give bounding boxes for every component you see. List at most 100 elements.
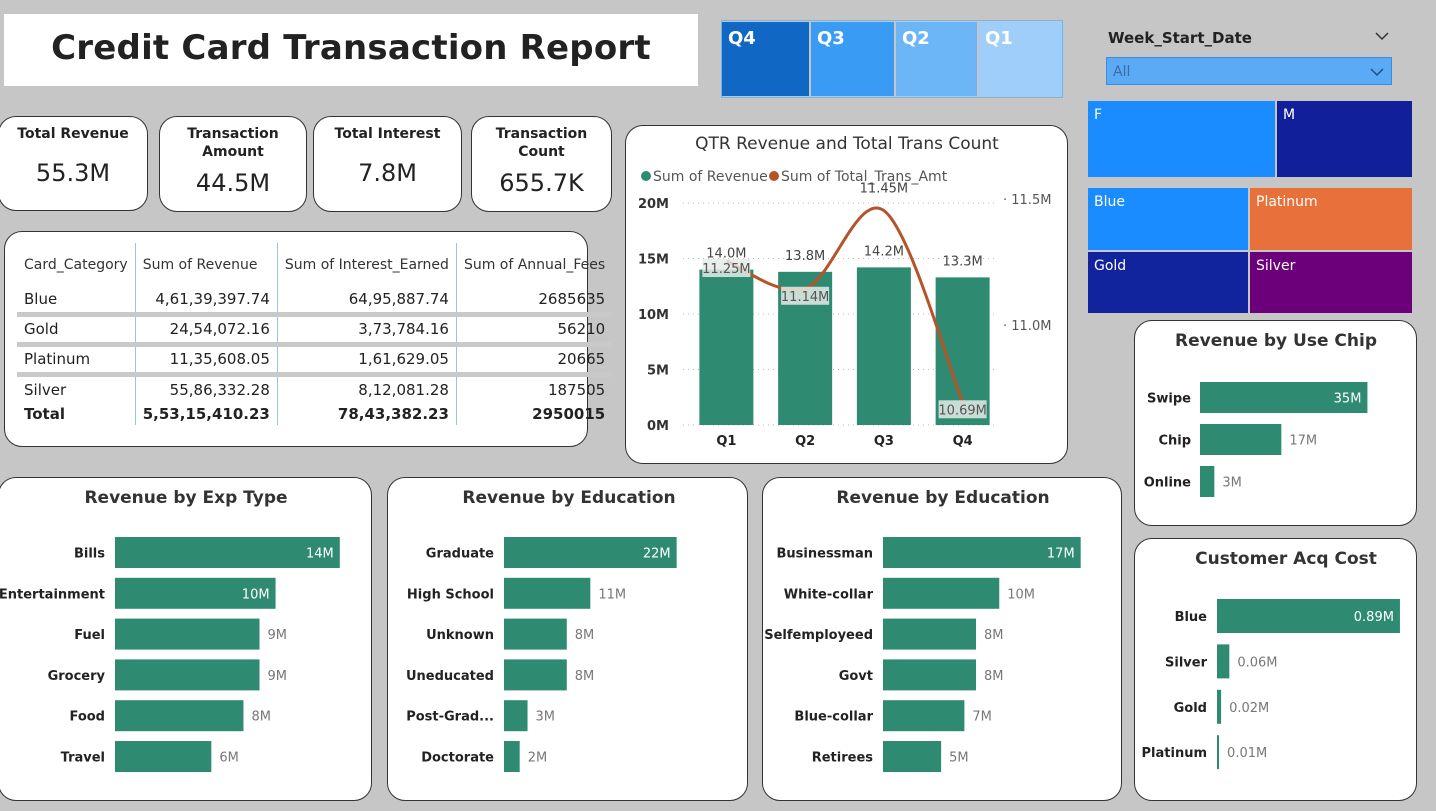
y-tick-label: 5M xyxy=(647,363,669,378)
quarter-slicer-q1[interactable]: Q1 xyxy=(979,22,1062,96)
exp-type-chart-card: Revenue by Exp Type Bills 14M Entertainment… xyxy=(0,477,372,801)
quarter-slicer-q2[interactable]: Q2 xyxy=(896,22,977,96)
bar[interactable] xyxy=(503,618,567,650)
category-label: Govt xyxy=(838,668,872,683)
data-label: 17M xyxy=(1046,546,1074,561)
kpi-transaction-count[interactable]: Transaction Count 655.7K xyxy=(471,116,612,212)
kpi-value: 7.8M xyxy=(358,159,417,187)
report-title: Credit Card Transaction Report xyxy=(51,28,651,68)
category-label: Chip xyxy=(1158,433,1191,448)
bar[interactable] xyxy=(1199,423,1281,455)
chart-title: Customer Acq Cost xyxy=(1195,549,1377,569)
table-cell: 2685635 xyxy=(455,287,613,317)
bar[interactable] xyxy=(1216,643,1229,678)
bar[interactable] xyxy=(1216,689,1221,724)
data-label: 0.01M xyxy=(1227,746,1267,761)
chevron-down-icon[interactable] xyxy=(1374,30,1390,42)
bar[interactable] xyxy=(114,618,260,650)
category-label: Swipe xyxy=(1147,391,1191,406)
line-data-label: 10.69M xyxy=(938,403,986,418)
category-label: Doctorate xyxy=(421,750,494,765)
gender-tile-f[interactable]: F xyxy=(1088,101,1275,177)
data-label: 8M xyxy=(574,628,594,643)
legend-dot-trans-amt xyxy=(768,170,779,181)
table-cell: Platinum xyxy=(17,344,136,377)
category-label: High School xyxy=(406,587,493,602)
data-label: 3M xyxy=(535,709,555,724)
kpi-transaction-amount[interactable]: Transaction Amount 44.5M xyxy=(159,116,307,212)
table-header[interactable]: Sum of Annual_Fees xyxy=(455,243,613,287)
line-data-label: 11.14M xyxy=(780,289,828,304)
bar[interactable] xyxy=(882,740,941,772)
table-header[interactable]: Card_Category xyxy=(17,243,135,287)
bar[interactable] xyxy=(882,658,976,690)
card-tile-gold[interactable]: Gold xyxy=(1088,252,1248,313)
line-data-label: 11.25M xyxy=(702,262,750,277)
card-tile-blue[interactable]: Blue xyxy=(1088,188,1248,250)
data-label: 10M xyxy=(1007,587,1035,602)
data-label: 17M xyxy=(1289,433,1317,448)
y2-tick-label: · 11.0M xyxy=(1003,319,1051,334)
bar[interactable] xyxy=(114,740,211,772)
table-cell: Silver xyxy=(24,380,67,399)
bar[interactable] xyxy=(114,699,243,731)
kpi-value: 55.3M xyxy=(35,159,111,187)
data-label: 0.89M xyxy=(1353,610,1393,625)
bar[interactable] xyxy=(1216,734,1219,769)
category-label: Blue xyxy=(1174,610,1207,625)
table-cell: Gold xyxy=(17,314,136,347)
data-label: 22M xyxy=(642,546,670,561)
kpi-total-interest[interactable]: Total Interest 7.8M xyxy=(313,116,462,212)
bar[interactable] xyxy=(503,658,567,690)
bar[interactable] xyxy=(882,618,976,650)
card-category-table: Card_Category Sum of Revenue Sum of Inte… xyxy=(17,243,613,425)
week-slicer-dropdown[interactable]: All xyxy=(1106,57,1392,85)
table-row: Blue 4,61,39,397.74 64,95,887.74 2685635 xyxy=(17,287,613,317)
data-label: 35M xyxy=(1333,391,1361,406)
exp-type-chart: Revenue by Exp Type Bills 14M Entertainment… xyxy=(0,488,340,772)
bar[interactable] xyxy=(856,266,911,425)
bar[interactable] xyxy=(698,269,753,425)
data-label: 8M xyxy=(251,709,270,724)
table-header[interactable]: Sum of Interest_Earned xyxy=(276,243,457,287)
data-label: 0.06M xyxy=(1237,655,1277,670)
bar[interactable] xyxy=(503,699,528,731)
quarter-slicer-q4[interactable]: Q4 xyxy=(722,22,809,96)
category-label: Graduate xyxy=(425,546,493,561)
data-label: 9M xyxy=(267,668,287,683)
category-label: Gold xyxy=(1173,700,1206,715)
kpi-label: Total Interest xyxy=(334,126,441,142)
data-label: 8M xyxy=(574,668,594,683)
kpi-total-revenue[interactable]: Total Revenue 55.3M xyxy=(0,116,148,211)
gender-tile-m[interactable]: M xyxy=(1277,101,1412,177)
category-label: Businessman xyxy=(776,546,872,561)
table-header[interactable]: Sum of Revenue xyxy=(134,243,278,287)
table-cell: Blue xyxy=(17,287,136,317)
use-chip-chart: Revenue by Use Chip Swipe 35M Chip 17M Online… xyxy=(1143,331,1377,497)
legend-label[interactable]: Sum of Revenue xyxy=(653,169,768,185)
chart-title: Revenue by Exp Type xyxy=(84,488,287,508)
card-tile-platinum[interactable]: Platinum xyxy=(1250,188,1412,250)
quarter-slicer-q3[interactable]: Q3 xyxy=(811,22,894,96)
chart-title: Revenue by Use Chip xyxy=(1175,331,1377,351)
table-cell: 8,12,081.28 xyxy=(276,374,457,403)
data-label: 10M xyxy=(241,587,269,602)
bar[interactable] xyxy=(503,577,590,609)
bar[interactable] xyxy=(503,740,520,772)
card-tile-silver[interactable]: Silver xyxy=(1250,252,1412,313)
category-label: Unknown xyxy=(426,628,494,643)
bar[interactable] xyxy=(114,658,260,690)
y-tick-label: 20M xyxy=(637,197,668,212)
category-label: Food xyxy=(69,709,105,724)
table-cell: 1,61,629.05 xyxy=(276,344,457,377)
card-category-table-card: Card_Category Sum of Revenue Sum of Inte… xyxy=(4,231,613,447)
table-cell: 2950015 xyxy=(455,403,613,425)
bar[interactable] xyxy=(882,699,964,731)
series-line-trans-amt[interactable] xyxy=(725,206,964,403)
kpi-label: Transaction Count xyxy=(495,126,588,160)
bar[interactable] xyxy=(882,577,999,609)
data-label: 3M xyxy=(1222,475,1242,490)
category-label: Blue-collar xyxy=(794,709,873,724)
bar[interactable] xyxy=(1199,465,1214,497)
chevron-down-icon xyxy=(1370,68,1384,77)
